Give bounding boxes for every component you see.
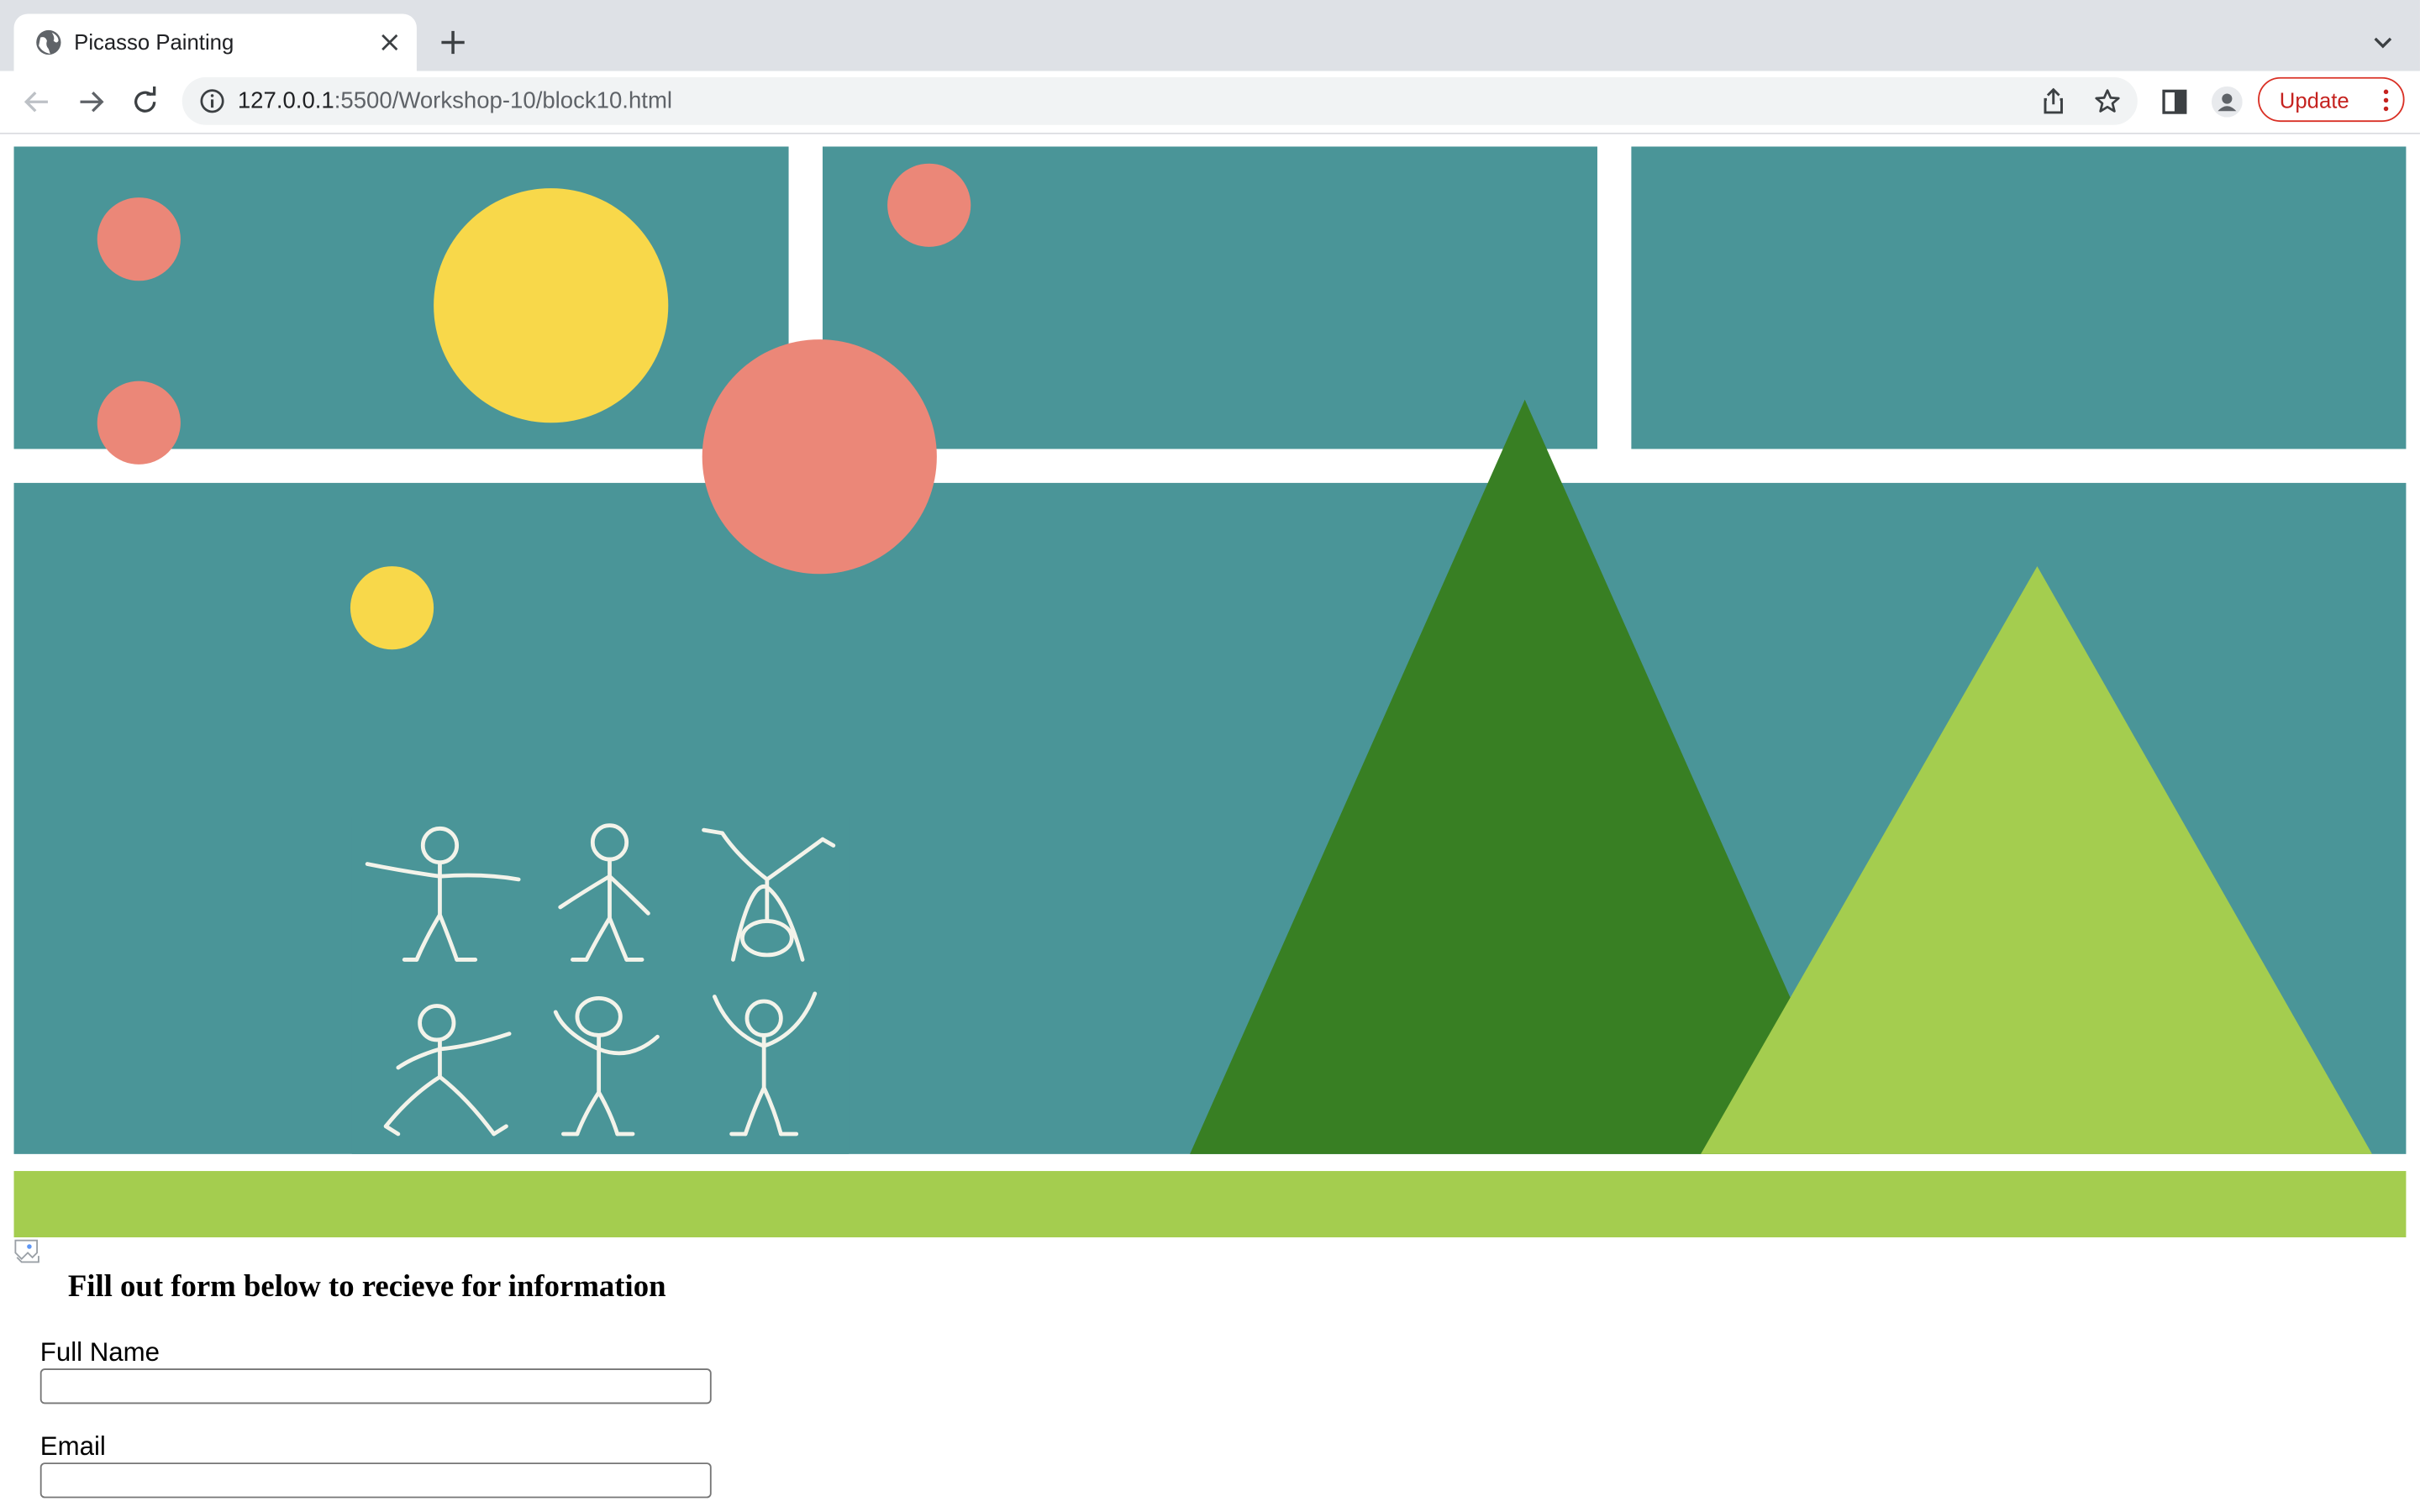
update-label: Update [2279, 87, 2349, 113]
stick-figure [702, 827, 836, 962]
salmon-circle-large [702, 339, 937, 575]
profile-icon[interactable] [2211, 86, 2243, 118]
active-tab[interactable]: Picasso Painting [13, 13, 417, 71]
stick-figure [713, 991, 818, 1137]
tab-strip: Picasso Painting [0, 0, 2420, 71]
email-label: Email [39, 1431, 106, 1462]
info-icon[interactable] [199, 88, 225, 114]
stick-figure [383, 1004, 512, 1137]
full-name-label: Full Name [39, 1337, 160, 1368]
yellow-circle-large [434, 188, 669, 423]
stick-figure [365, 826, 521, 962]
stick-figures-image [351, 817, 850, 1154]
browser-toolbar: 127.0.0.1:5500/Workshop-10/block10.html … [0, 71, 2420, 134]
green-banner [13, 1171, 2407, 1238]
chevron-down-icon[interactable] [2370, 29, 2395, 54]
stick-figure [553, 995, 660, 1137]
globe-icon [36, 29, 61, 55]
stick-figure [558, 823, 650, 962]
full-name-input[interactable] [39, 1368, 712, 1404]
form-heading: Fill out form below to recieve for infor… [67, 1269, 666, 1305]
page-viewport: Fill out form below to recieve for infor… [0, 134, 2420, 1512]
broken-image-icon [14, 1239, 39, 1263]
address-bar[interactable]: 127.0.0.1:5500/Workshop-10/block10.html [182, 76, 2138, 125]
url-text[interactable]: 127.0.0.1:5500/Workshop-10/block10.html [238, 88, 672, 114]
forward-arrow-icon[interactable] [76, 87, 107, 118]
email-input[interactable] [39, 1462, 712, 1499]
tab-title: Picasso Painting [74, 29, 234, 55]
share-icon[interactable] [2040, 87, 2066, 114]
update-button[interactable]: Update [2258, 76, 2405, 123]
back-arrow-icon[interactable] [22, 87, 53, 118]
dark-green-triangle [1190, 399, 1860, 1154]
more-vert-icon[interactable] [2375, 88, 2397, 113]
url-host: 127.0.0.1 [237, 87, 334, 114]
side-panel-icon[interactable] [2160, 87, 2191, 118]
screen: Picasso Painting 127.0.0.1:5500/Workshop… [0, 0, 2420, 1512]
salmon-circle-small [97, 381, 181, 465]
url-path: :5500/Workshop-10/block10.html [334, 87, 673, 114]
plus-icon[interactable] [439, 29, 466, 55]
yellow-circle-small [350, 566, 434, 650]
light-green-triangle [1701, 566, 2373, 1154]
close-icon[interactable] [378, 31, 402, 55]
salmon-circle-small [887, 163, 971, 247]
salmon-circle-small [97, 197, 181, 281]
star-icon[interactable] [2094, 88, 2120, 114]
reload-icon[interactable] [129, 86, 160, 118]
